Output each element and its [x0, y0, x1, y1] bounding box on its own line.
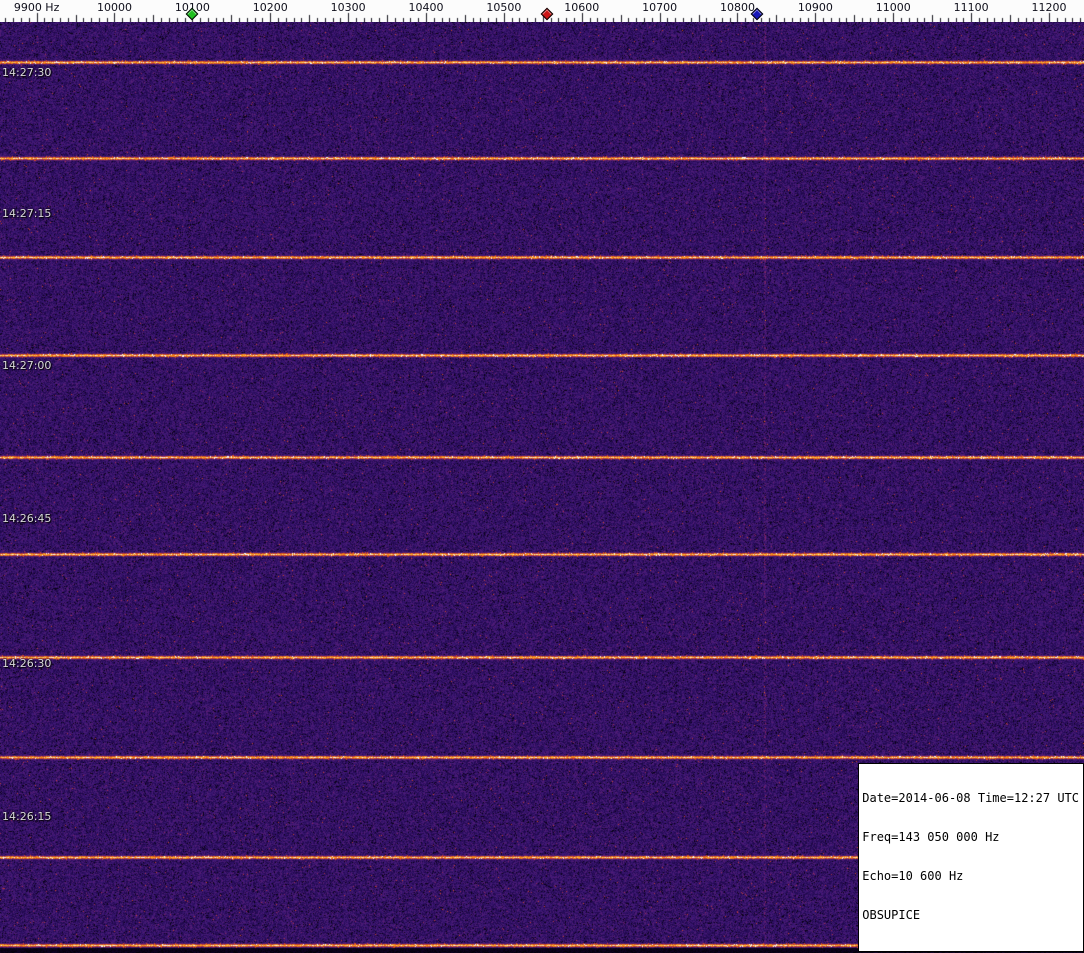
time-label: 14:26:15: [2, 810, 52, 823]
info-line-date-time: Date=2014-06-08 Time=12:27 UTC: [862, 791, 1079, 805]
freq-tick-label: 11200: [1031, 1, 1067, 14]
freq-tick-label: 10500: [486, 1, 522, 14]
freq-tick-label: 10900: [797, 1, 833, 14]
info-line-echo: Echo=10 600 Hz: [862, 869, 964, 883]
freq-tick-label: 10200: [252, 1, 288, 14]
info-box: Date=2014-06-08 Time=12:27 UTC Freq=143 …: [858, 763, 1084, 952]
freq-tick-label: 9900 Hz: [13, 1, 60, 14]
frequency-ruler: 9900 Hz100001010010200103001040010500106…: [0, 0, 1084, 22]
freq-tick-label: 10700: [642, 1, 678, 14]
freq-tick-label: 10400: [408, 1, 444, 14]
time-label: 14:26:30: [2, 657, 52, 670]
time-label: 14:27:30: [2, 66, 52, 79]
freq-tick-label: 10800: [719, 1, 755, 14]
freq-tick-label: 10300: [330, 1, 366, 14]
time-label: 14:27:00: [2, 359, 52, 372]
freq-tick-label: 10600: [564, 1, 600, 14]
spectrogram-app: 9900 Hz100001010010200103001040010500106…: [0, 0, 1084, 953]
time-label: 14:26:45: [2, 512, 52, 525]
time-label: 14:27:15: [2, 207, 52, 220]
freq-tick-label: 11100: [953, 1, 989, 14]
freq-tick-label: 10000: [96, 1, 132, 14]
freq-tick-label: 11000: [875, 1, 911, 14]
info-line-frequency: Freq=143 050 000 Hz: [862, 830, 1000, 844]
info-line-station: OBSUPICE: [862, 908, 921, 922]
